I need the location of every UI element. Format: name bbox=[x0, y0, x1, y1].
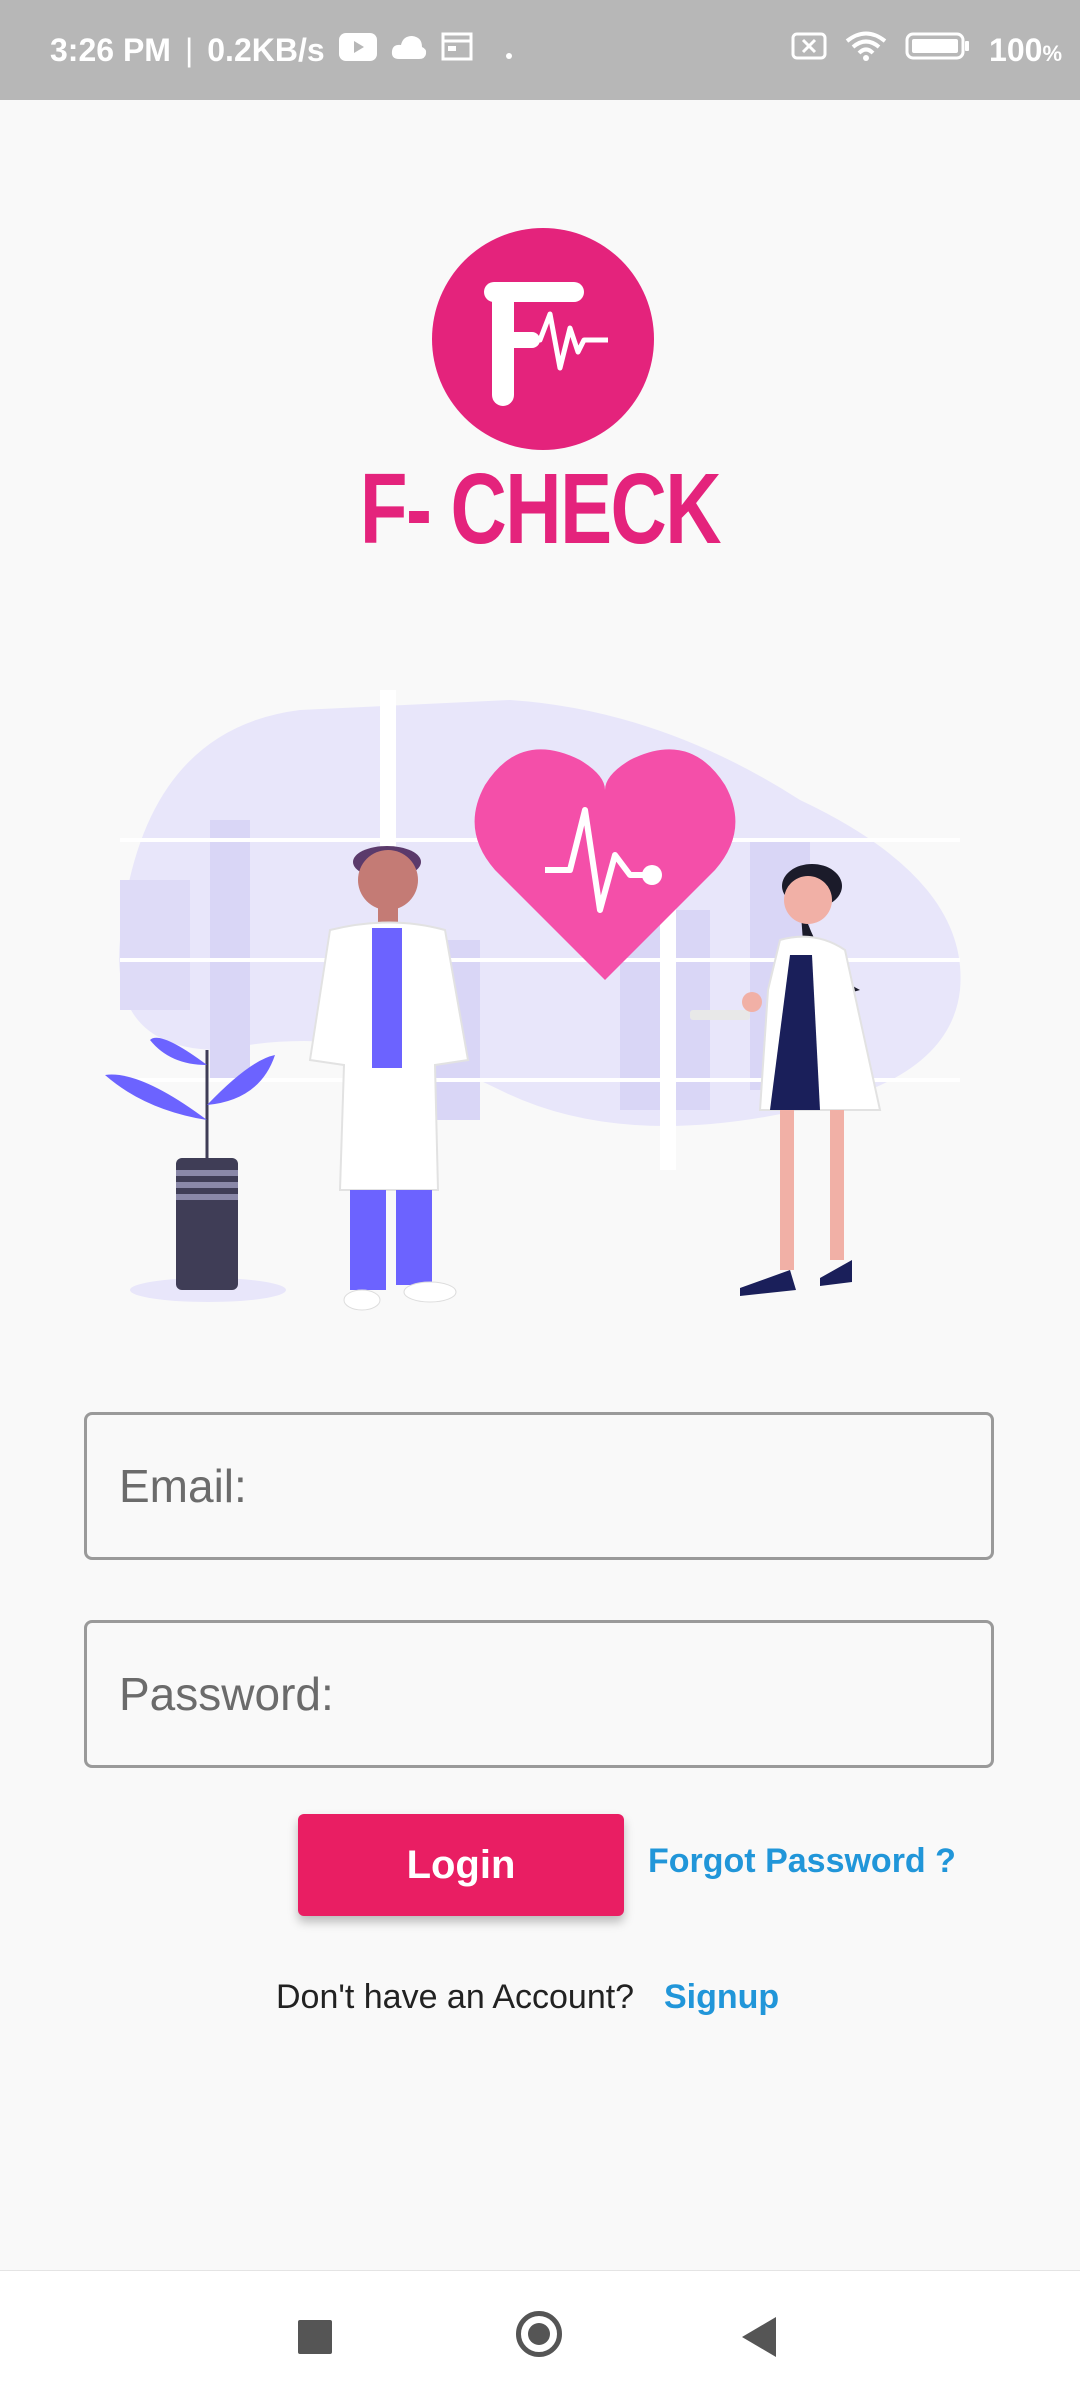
password-field[interactable] bbox=[84, 1620, 994, 1768]
sim-off-icon bbox=[791, 31, 827, 69]
forgot-password-link[interactable]: Forgot Password ? bbox=[648, 1842, 956, 1881]
youtube-icon bbox=[338, 32, 377, 69]
back-icon[interactable] bbox=[742, 2317, 776, 2357]
navigation-bar bbox=[0, 2270, 1080, 2401]
status-time: 3:26 PM bbox=[50, 31, 171, 68]
home-icon[interactable] bbox=[516, 2311, 562, 2357]
app-logo bbox=[432, 228, 654, 450]
status-bar: 3:26 PM | 0.2KB/s 100% bbox=[0, 0, 1080, 100]
cloud-icon bbox=[391, 32, 427, 69]
email-input[interactable] bbox=[87, 1415, 991, 1557]
app-title: F- CHECK bbox=[359, 453, 722, 565]
f-pulse-icon bbox=[484, 282, 608, 406]
doctors-illustration bbox=[105, 690, 961, 1311]
signup-link[interactable]: Signup bbox=[664, 1978, 779, 2017]
calendar-icon bbox=[441, 31, 473, 69]
status-speed: 0.2KB/s bbox=[207, 31, 325, 68]
password-input[interactable] bbox=[87, 1623, 991, 1765]
status-right: 100% bbox=[791, 0, 1062, 100]
email-field[interactable] bbox=[84, 1412, 994, 1560]
recents-icon[interactable] bbox=[298, 2320, 332, 2354]
dot-icon bbox=[487, 32, 517, 69]
battery-percent: 100% bbox=[989, 31, 1062, 68]
login-button[interactable]: Login bbox=[298, 1814, 624, 1916]
status-left: 3:26 PM | 0.2KB/s bbox=[50, 0, 517, 100]
no-account-text: Don't have an Account? bbox=[276, 1978, 635, 2016]
battery-icon bbox=[905, 31, 971, 69]
status-separator: | bbox=[184, 31, 194, 68]
wifi-icon bbox=[845, 30, 887, 70]
